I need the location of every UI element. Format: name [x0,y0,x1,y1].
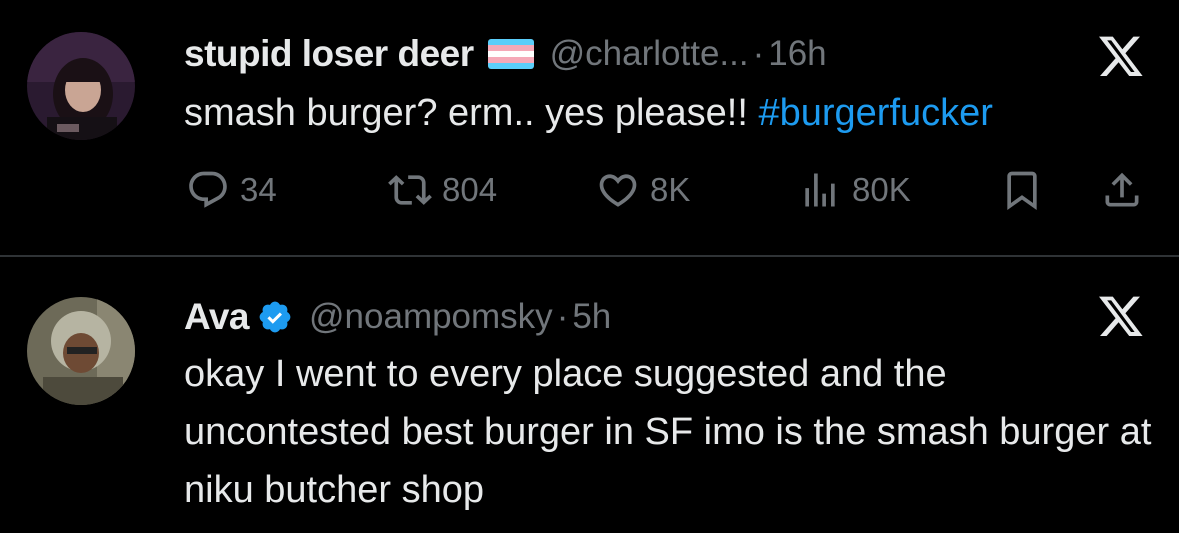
reply-button[interactable]: 34 [186,160,277,220]
like-count: 8K [650,171,691,208]
views-icon [805,173,835,207]
timestamp[interactable]: 16h [768,34,826,74]
repost-count: 804 [442,171,498,208]
heart-icon [599,174,637,207]
avatar[interactable] [27,297,135,405]
share-icon [1105,172,1139,207]
repost-icon [388,175,432,205]
avatar[interactable] [27,32,135,140]
reply-icon [189,171,227,208]
timestamp[interactable]: 5h [572,297,611,337]
author-handle[interactable]: @noampomsky [309,297,553,337]
tweet-text: smash burger? erm.. yes please!! #burger… [184,84,1154,142]
x-logo-icon [1097,292,1145,340]
bookmark-button[interactable] [1000,160,1044,220]
tweet-text: okay I went to every place suggested and… [184,353,1152,511]
hashtag-link[interactable]: #burgerfucker [758,92,992,134]
author-name[interactable]: Ava [184,296,250,338]
tweet[interactable]: stupid loser deer @charlotte... · 16h sm… [0,0,1179,255]
reply-count: 34 [240,171,277,208]
verified-badge-icon [259,301,291,333]
trans-flag-icon [487,39,534,69]
author-handle[interactable]: @charlotte... [550,34,749,74]
tweet-text-body: smash burger? erm.. yes please!! [184,92,759,134]
x-logo-icon [1097,32,1145,80]
repost-button[interactable]: 804 [388,160,497,220]
bookmark-icon [1007,171,1037,211]
views-button[interactable]: 80K [798,160,911,220]
tweet[interactable]: Ava @noampomsky · 5h okay I went to ever… [0,257,1179,533]
views-count: 80K [852,171,911,208]
separator: · [752,34,765,73]
share-button[interactable] [1100,160,1144,220]
like-button[interactable]: 8K [596,160,690,220]
separator: · [556,297,569,336]
action-bar: 34 804 8K 80K [0,160,1179,220]
author-name[interactable]: stupid loser deer [184,33,474,75]
